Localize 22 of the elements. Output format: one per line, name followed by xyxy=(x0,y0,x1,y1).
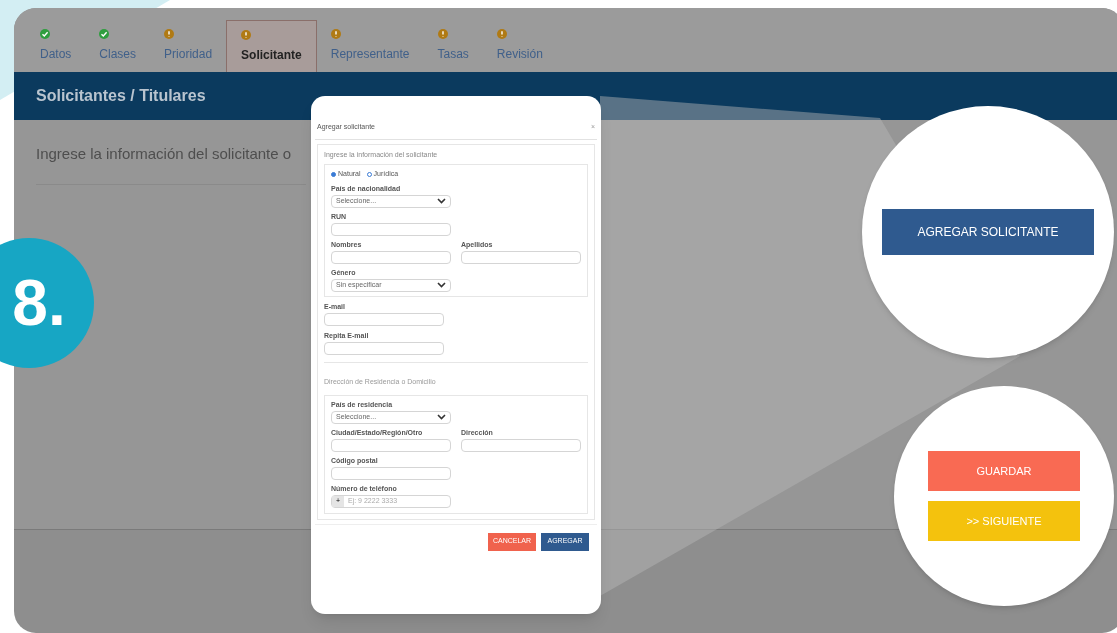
input-field[interactable] xyxy=(331,438,451,452)
input-field[interactable] xyxy=(324,341,444,355)
input-field[interactable] xyxy=(331,222,451,236)
step-tab[interactable]: Prioridad xyxy=(150,20,227,72)
step-tab[interactable]: Representante xyxy=(316,20,424,72)
intro-text: Ingrese la información del solicitante o xyxy=(36,145,292,162)
chevron-down-icon xyxy=(437,414,446,420)
save-button[interactable]: GUARDAR xyxy=(928,451,1080,491)
chevron-down-icon xyxy=(437,198,446,204)
chevron-down-icon xyxy=(437,282,446,288)
step-tab[interactable]: Tasas xyxy=(423,20,483,72)
step-tab[interactable]: Datos xyxy=(26,20,86,72)
step-tab[interactable]: Revisión xyxy=(482,20,557,72)
input-field[interactable] xyxy=(461,250,581,264)
add-applicant-button[interactable]: AGREGAR SOLICITANTE xyxy=(882,209,1094,255)
input-field[interactable] xyxy=(331,466,451,480)
input-field[interactable] xyxy=(324,312,444,326)
input-field[interactable] xyxy=(331,250,451,264)
next-button[interactable]: >> SIGUIENTE xyxy=(928,501,1080,541)
step-tab[interactable]: Clases xyxy=(85,20,151,72)
step-tab[interactable]: Solicitante xyxy=(226,20,317,72)
input-field[interactable] xyxy=(461,438,581,452)
